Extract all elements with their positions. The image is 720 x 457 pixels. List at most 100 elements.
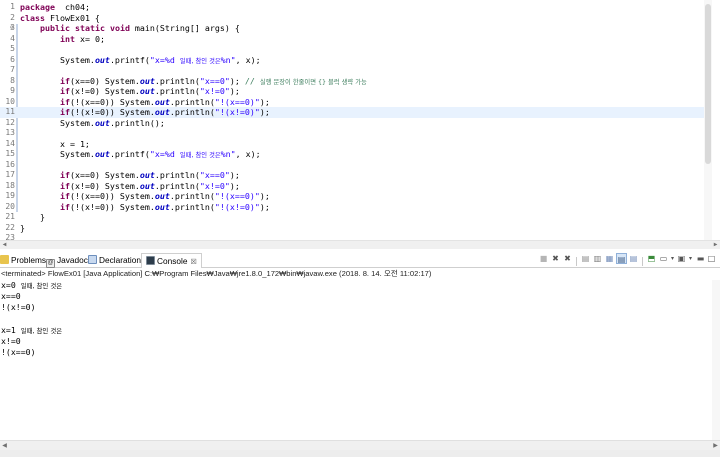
code-line[interactable]: 12 System.out.println(); — [0, 118, 704, 129]
code-line[interactable]: 7 — [0, 65, 704, 76]
toolbar-separator — [642, 257, 643, 266]
maximize-icon[interactable]: □ — [706, 253, 717, 264]
line-number: 14 — [5, 138, 15, 148]
scroll-lock-icon[interactable]: ▥ — [592, 253, 603, 264]
status-strip — [0, 450, 720, 457]
fold-toggle-icon[interactable]: ⊖ — [10, 25, 16, 31]
scroll-left-icon[interactable]: ◀ — [0, 441, 9, 450]
code-text: if(x!=0) System.out.println("x!=0"); — [20, 86, 240, 97]
code-token: (x==0) System. — [69, 75, 140, 86]
code-token: (!(x!=0)) System. — [69, 201, 155, 212]
code-text: if(!(x==0)) System.out.println("!(x==0)"… — [20, 97, 270, 108]
code-token: "x!=0" — [199, 180, 230, 191]
word-wrap-icon[interactable]: ▦ — [604, 253, 615, 264]
console-output[interactable]: x=0 일때, 참인 것은 x==0 !(x!=0) x=1 일때, 참인 것은 x!=… — [0, 280, 712, 440]
code-line[interactable]: 8 if(x==0) System.out.println("x==0"); /… — [0, 76, 704, 87]
console-text: !(x==0) — [1, 347, 36, 358]
line-number: 5 — [10, 44, 15, 53]
code-token: main(String[] args) { — [129, 23, 240, 33]
code-line[interactable]: 15 System.out.printf("x=%d 일때, 참인 것은%n",… — [0, 149, 704, 160]
overview-ruler-thumb[interactable] — [705, 4, 711, 164]
console-output-line: !(x==0) — [1, 347, 36, 358]
scroll-right-icon[interactable]: ▶ — [711, 441, 720, 450]
code-token: // — [244, 75, 260, 86]
overview-ruler[interactable] — [704, 0, 712, 240]
line-number: 23 — [5, 233, 15, 240]
code-token: ); — [259, 191, 270, 201]
code-token: %n" — [220, 149, 236, 159]
code-line[interactable]: 16 — [0, 160, 704, 171]
remove-all-icon[interactable]: ✖ — [562, 253, 573, 264]
code-line[interactable]: 10 if(!(x==0)) System.out.println("!(x==… — [0, 97, 704, 108]
code-line[interactable]: 23 — [0, 233, 704, 240]
scroll-left-icon[interactable]: ◀ — [0, 241, 9, 249]
line-number: 13 — [5, 128, 15, 137]
console-vertical-scrollbar[interactable] — [712, 280, 720, 446]
code-line[interactable]: 2 class FlowEx01 { — [0, 13, 704, 24]
code-line[interactable]: 17 if(x==0) System.out.println("x==0"); — [0, 170, 704, 181]
code-line[interactable]: 5 — [0, 44, 704, 55]
code-line[interactable]: 6 System.out.printf("x=%d 일때, 참인 것은%n", … — [0, 55, 704, 66]
tab-problems[interactable]: Problems — [0, 253, 46, 268]
code-token: ); — [259, 201, 270, 212]
code-token: package — [20, 2, 55, 12]
code-token: .println( — [169, 107, 215, 117]
code-line[interactable]: 9 if(x!=0) System.out.println("x!=0"); — [0, 86, 704, 97]
code-text: if(!(x!=0)) System.out.println("!(x!=0)"… — [20, 202, 270, 213]
code-text: } — [20, 223, 25, 234]
scroll-right-icon[interactable]: ▶ — [711, 241, 720, 249]
minimize-icon[interactable]: ▬ — [695, 253, 706, 264]
line-number: 7 — [10, 65, 15, 74]
code-token: .println( — [154, 170, 200, 180]
show-on-error-icon[interactable]: ▤ — [628, 253, 639, 264]
editor-horizontal-scrollbar[interactable]: ◀ ▶ — [0, 240, 720, 249]
code-token: (!(x!=0)) System. — [69, 107, 155, 117]
code-line[interactable]: 13 — [0, 128, 704, 139]
code-token: out — [154, 107, 170, 117]
terminate-icon[interactable]: ■ — [538, 253, 549, 264]
code-line[interactable]: 1 package ch04; — [0, 2, 704, 13]
code-token: System. — [20, 117, 95, 128]
tab-console[interactable]: Console ☒ — [141, 253, 202, 268]
code-token: out — [139, 86, 155, 96]
code-line[interactable]: 11 if(!(x!=0)) System.out.println("!(x!=… — [0, 107, 704, 118]
line-number: 11 — [5, 107, 15, 116]
code-token: } — [20, 222, 25, 233]
line-number: 2 — [10, 12, 15, 22]
console-horizontal-scrollbar[interactable]: ◀ ▶ — [0, 440, 720, 450]
code-token: (x!=0) System. — [69, 180, 140, 191]
code-token: 실행 문장이 한줄이면 {} 블럭 생략 가능 — [259, 78, 367, 86]
tab-declaration[interactable]: Declaration — [88, 253, 141, 268]
code-line[interactable]: 21 } — [0, 212, 704, 223]
code-editor[interactable]: 1 package ch04; 2 class FlowEx01 {3 ⊖ public… — [0, 0, 720, 240]
declaration-icon — [88, 255, 97, 264]
code-token: ); — [229, 170, 240, 180]
code-line[interactable]: 19 if(!(x==0)) System.out.println("!(x==… — [0, 191, 704, 202]
show-on-output-icon[interactable]: ▤ — [616, 253, 627, 264]
javadoc-icon: @ — [46, 259, 55, 268]
remove-launch-icon[interactable]: ✖ — [550, 253, 561, 264]
pin-console-icon[interactable]: ⬒ — [646, 253, 657, 264]
code-line[interactable]: 22} — [0, 223, 704, 234]
code-token: out — [139, 75, 155, 86]
code-token: if — [59, 170, 70, 180]
code-line[interactable]: 3 ⊖ public static void main(String[] args… — [0, 23, 704, 34]
code-text: x = 1; — [20, 139, 90, 150]
tab-javadoc[interactable]: @ Javadoc — [46, 253, 88, 268]
code-line[interactable]: 18 if(x!=0) System.out.println("x!=0"); — [0, 181, 704, 192]
code-line[interactable]: 4 int x= 0; — [0, 34, 704, 45]
code-token: if — [59, 180, 70, 191]
close-icon[interactable]: ☒ — [190, 259, 196, 266]
problems-icon — [0, 255, 9, 264]
clear-console-icon[interactable]: ▤ — [580, 253, 591, 264]
console-output-line: !(x!=0) — [1, 302, 36, 313]
code-line[interactable]: 20 if(!(x!=0)) System.out.println("!(x!=… — [0, 202, 704, 213]
tab-problems-label: Problems — [11, 255, 47, 265]
code-line[interactable]: 14 x = 1; — [0, 139, 704, 150]
code-text: if(x!=0) System.out.println("x!=0"); — [20, 181, 240, 192]
